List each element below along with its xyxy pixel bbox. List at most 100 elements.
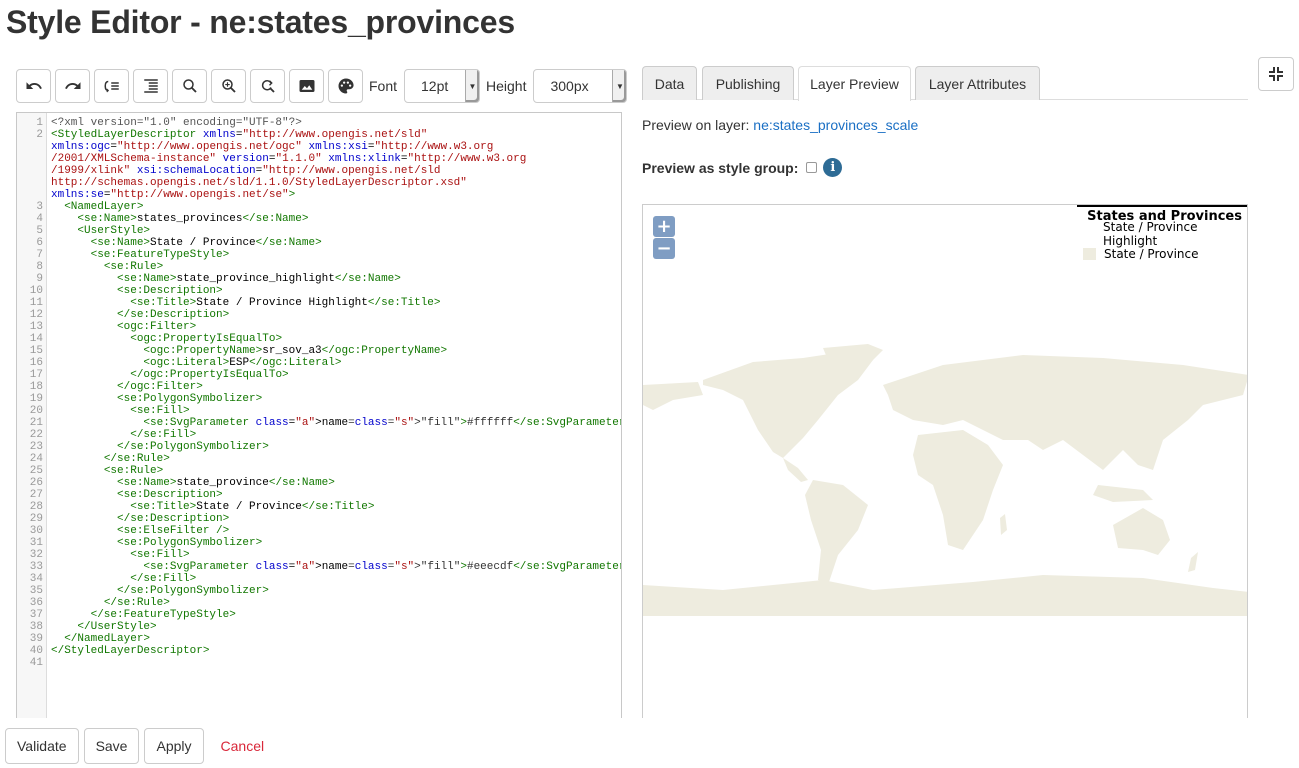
- reformat-button[interactable]: [133, 69, 168, 103]
- code-line: 30 <se:ElseFilter />: [17, 525, 621, 537]
- line-number: 38: [29, 621, 43, 633]
- line-number: 23: [29, 441, 43, 453]
- line-number: 26: [29, 477, 43, 489]
- line-text: <se:Name>states_provinces</se:Name>: [77, 213, 309, 225]
- code-line: 2 <StyledLayerDescriptor xmlns="http://ww…: [17, 129, 621, 141]
- line-number: 21: [29, 417, 43, 429]
- line-text: <StyledLayerDescriptor xmlns="http://www…: [51, 129, 428, 141]
- line-text: </ogc:Filter>: [117, 381, 203, 393]
- line-number: [17, 165, 43, 177]
- save-button[interactable]: Save: [83, 728, 140, 764]
- line-text: xmlns:ogc="http://www.opengis.net/ogc" x…: [51, 141, 494, 153]
- line-text: <se:PolygonSymbolizer>: [117, 393, 263, 405]
- editor-height-select[interactable]: 300px ▼: [533, 69, 628, 103]
- font-size-value: 12pt: [421, 78, 449, 94]
- code-editor[interactable]: 1 <?xml version="1.0" encoding="UTF-8"?> 2…: [16, 112, 622, 718]
- land-antarctica: [643, 575, 1247, 616]
- legend-swatch: [1083, 228, 1096, 240]
- code-content[interactable]: 1 <?xml version="1.0" encoding="UTF-8"?> 2…: [17, 117, 621, 669]
- code-line: 34 </se:Fill>: [17, 573, 621, 585]
- code-line: 17 </ogc:PropertyIsEqualTo>: [17, 369, 621, 381]
- legend-graphic-button[interactable]: [289, 69, 324, 103]
- undo-icon: [26, 82, 42, 89]
- go-to-line-button[interactable]: [94, 69, 129, 103]
- code-line: 39 </NamedLayer>: [17, 633, 621, 645]
- code-line: 38 </UserStyle>: [17, 621, 621, 633]
- color-picker-button[interactable]: [328, 69, 363, 103]
- editor-toolbar: Font 12pt ▼ Height 300px ▼: [16, 69, 628, 103]
- code-line: 27 <se:Description>: [17, 489, 621, 501]
- line-number: 18: [29, 381, 43, 393]
- line-number: 32: [29, 549, 43, 561]
- line-number: [17, 177, 43, 189]
- info-icon[interactable]: i: [823, 158, 843, 177]
- line-text: </se:Description>: [117, 513, 230, 525]
- code-line: 11 <se:Title>State / Province Highlight<…: [17, 297, 621, 309]
- legend-item-label: State / Province: [1104, 247, 1199, 261]
- code-line: 10 <se:Description>: [17, 285, 621, 297]
- preview-layer-label: Preview on layer:: [642, 117, 750, 133]
- zoom-control: + −: [653, 216, 675, 260]
- code-line: 16 <ogc:Literal>ESP</ogc:Literal>: [17, 357, 621, 369]
- font-size-select[interactable]: 12pt ▼: [404, 69, 481, 103]
- style-group-checkbox[interactable]: [806, 162, 818, 173]
- code-line: /2001/XMLSchema-instance" version="1.1.0…: [17, 153, 621, 165]
- validate-button[interactable]: Validate: [5, 728, 79, 764]
- code-line: 26 <se:Name>state_province</se:Name>: [17, 477, 621, 489]
- tab-layer-attributes[interactable]: Layer Attributes: [915, 66, 1040, 100]
- code-line: 7 <se:FeatureTypeStyle>: [17, 249, 621, 261]
- line-text: </se:FeatureTypeStyle>: [90, 609, 236, 621]
- replace-button[interactable]: [250, 69, 285, 103]
- line-text: </se:Fill>: [130, 573, 197, 585]
- line-number: 33: [29, 561, 43, 573]
- line-number: 39: [29, 633, 43, 645]
- line-number: 36: [29, 597, 43, 609]
- line-text: [43, 657, 51, 669]
- line-number: 13: [29, 321, 43, 333]
- line-number: 6: [36, 237, 43, 249]
- line-text: <ogc:PropertyIsEqualTo>: [130, 333, 283, 345]
- cancel-link[interactable]: Cancel: [221, 738, 265, 754]
- line-number: 37: [29, 609, 43, 621]
- code-line: 29 </se:Description>: [17, 513, 621, 525]
- line-number: 34: [29, 573, 43, 585]
- line-number: 12: [29, 309, 43, 321]
- code-line: 20 <se:Fill>: [17, 405, 621, 417]
- zoom-out-button[interactable]: −: [653, 238, 675, 259]
- preview-layer-line: Preview on layer: ne:states_provinces_sc…: [642, 117, 918, 133]
- code-line: 5 <UserStyle>: [17, 225, 621, 237]
- tab-data[interactable]: Data: [642, 66, 697, 100]
- redo-button[interactable]: [55, 69, 90, 103]
- code-line: 1 <?xml version="1.0" encoding="UTF-8"?>: [17, 117, 621, 129]
- code-line: 8 <se:Rule>: [17, 261, 621, 273]
- line-number: 31: [29, 537, 43, 549]
- compress-icon: [1269, 67, 1283, 81]
- height-label: Height: [486, 78, 527, 94]
- tab-layer-preview[interactable]: Layer Preview: [798, 66, 911, 101]
- code-line: xmlns:se="http://www.opengis.net/se">: [17, 189, 621, 201]
- line-number: [17, 189, 43, 201]
- line-text: </StyledLayerDescriptor>: [51, 645, 210, 657]
- map-preview[interactable]: + − States and Provinces State / Provinc…: [642, 204, 1248, 718]
- preview-layer-link[interactable]: ne:states_provinces_scale: [753, 117, 918, 133]
- redo-icon: [64, 82, 80, 89]
- collapse-button[interactable]: [1258, 57, 1294, 91]
- line-number: 15: [29, 345, 43, 357]
- find-button[interactable]: [172, 69, 207, 103]
- line-number: 27: [29, 489, 43, 501]
- legend-swatch: [1083, 248, 1096, 260]
- line-text: <?xml version="1.0" encoding="UTF-8"?>: [51, 117, 302, 129]
- code-line: xmlns:ogc="http://www.opengis.net/ogc" x…: [17, 141, 621, 153]
- line-number: 11: [29, 297, 43, 309]
- editor-height-value: 300px: [550, 78, 589, 94]
- apply-button[interactable]: Apply: [144, 728, 204, 764]
- tab-publishing[interactable]: Publishing: [702, 66, 794, 100]
- line-text: <se:Title>State / Province Highlight</se…: [130, 297, 441, 309]
- zoom-in-button[interactable]: +: [653, 216, 675, 237]
- land-madagascar: [1000, 514, 1007, 535]
- line-number: 10: [29, 285, 43, 297]
- undo-button[interactable]: [16, 69, 51, 103]
- find-next-button[interactable]: [211, 69, 246, 103]
- line-number: 1: [36, 117, 43, 129]
- line-text: <se:SvgParameter class="a">name: [143, 561, 349, 573]
